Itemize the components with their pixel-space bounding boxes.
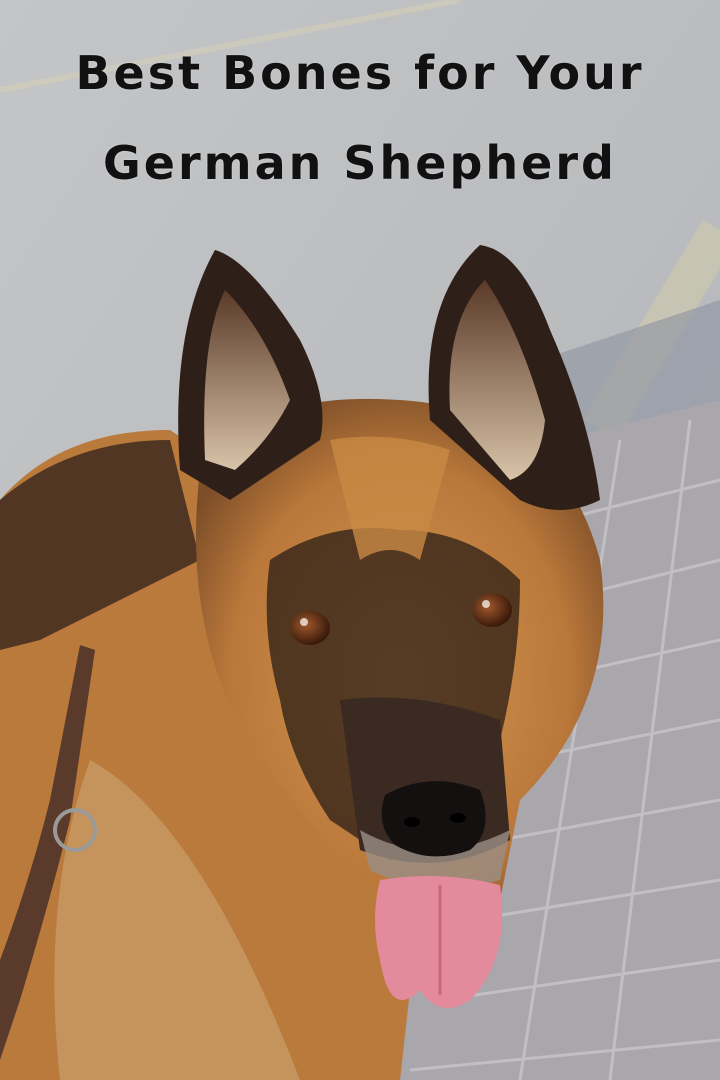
pin-title: Best Bones for Your German Shepherd [0,28,720,208]
left-eye [290,611,330,645]
nose [381,781,486,857]
title-line-1: Best Bones for Your [75,46,645,100]
pin-image: Best Bones for Your German Shepherd [0,0,720,1080]
title-line-2: German Shepherd [103,136,617,190]
right-eye [472,593,512,627]
